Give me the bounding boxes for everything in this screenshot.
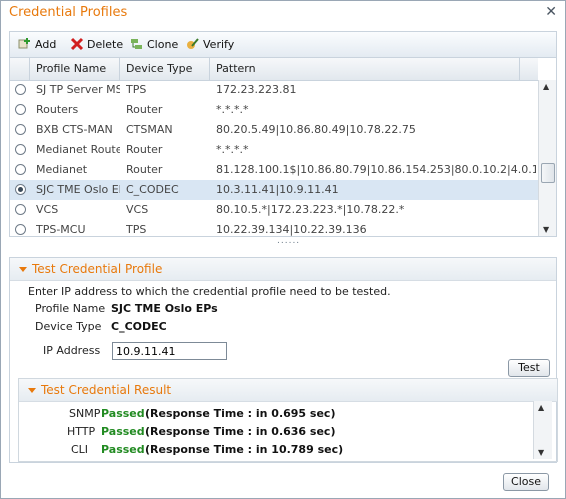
row-radio[interactable] xyxy=(15,144,26,155)
dialog-title: Credential Profiles xyxy=(9,5,128,20)
verify-label: Verify xyxy=(203,38,235,51)
status-passed: Passed xyxy=(101,425,145,438)
verify-icon xyxy=(187,38,199,49)
device-type-value: C_CODEC xyxy=(111,320,167,333)
protocol-label: CLI xyxy=(71,443,89,456)
test-result-header[interactable]: Test Credential Result xyxy=(19,379,557,402)
toolbar: Add Delete Clone Verify xyxy=(9,31,557,57)
scroll-down-icon[interactable]: ▼ xyxy=(543,225,549,234)
header-device-type[interactable]: Device Type xyxy=(120,58,210,80)
pattern-cell: *.*.*.* xyxy=(216,143,249,156)
pattern-cell: 172.23.223.81 xyxy=(216,83,297,96)
device-type-label: Device Type xyxy=(35,320,102,333)
delete-button[interactable]: Delete xyxy=(70,36,123,54)
profile-name-label: Profile Name xyxy=(35,302,106,315)
profiles-table: Profile Name Device Type Pattern SJ TP S… xyxy=(9,57,557,237)
row-radio[interactable] xyxy=(15,204,26,215)
profile-name-cell: SJC TME Oslo EF xyxy=(36,183,120,196)
device-type-cell: TPS xyxy=(126,223,147,236)
row-radio[interactable] xyxy=(15,84,26,95)
status-passed: Passed xyxy=(101,443,145,456)
row-radio[interactable] xyxy=(15,224,26,235)
table-body: SJ TP Server MS TPS 172.23.223.81 Routers Ro… xyxy=(10,80,538,236)
profile-name-value: SJC TME Oslo EPs xyxy=(111,302,218,315)
device-type-cell: TPS xyxy=(126,83,147,96)
table-row[interactable]: VCS VCS 80.10.5.*|172.23.223.*|10.78.22.* xyxy=(10,200,538,220)
device-type-cell: C_CODEC xyxy=(126,183,179,196)
close-button[interactable]: Close xyxy=(503,473,549,491)
clone-button[interactable]: Clone xyxy=(130,36,178,54)
profile-name-cell: BXB CTS-MAN xyxy=(36,123,113,136)
table-scrollbar[interactable]: ▲ ▼ xyxy=(538,80,556,236)
table-header: Profile Name Device Type Pattern xyxy=(10,58,538,81)
add-button[interactable]: Add xyxy=(18,36,56,54)
pattern-cell: 81.128.100.1$|10.86.80.79|10.86.154.253|… xyxy=(216,163,536,176)
response-time: (Response Time : in 0.695 sec) xyxy=(145,407,336,420)
title-bar: Credential Profiles ✕ xyxy=(1,1,565,26)
ip-address-input[interactable] xyxy=(112,342,227,360)
row-radio[interactable] xyxy=(15,124,26,135)
scroll-up-icon[interactable]: ▲ xyxy=(538,403,544,412)
verify-button[interactable]: Verify xyxy=(186,36,234,54)
test-result-title: Test Credential Result xyxy=(41,383,172,397)
protocol-label: HTTP xyxy=(67,425,96,438)
pattern-cell: 10.3.11.41|10.9.11.41 xyxy=(216,183,339,196)
result-scrollbar[interactable]: ▲ ▼ xyxy=(533,401,552,459)
device-type-cell: CTSMAN xyxy=(126,123,173,136)
test-profile-title: Test Credential Profile xyxy=(32,262,163,276)
row-radio[interactable] xyxy=(15,184,26,195)
device-type-cell: Router xyxy=(126,163,163,176)
test-result-section: Test Credential Result SNMP Passed (Respon… xyxy=(18,378,558,462)
response-time: (Response Time : in 0.636 sec) xyxy=(145,425,336,438)
table-row[interactable]: Routers Router *.*.*.* xyxy=(10,100,538,120)
splitter-grip[interactable]: ...... xyxy=(277,236,300,246)
profile-name-cell: Medianet Router xyxy=(36,143,120,156)
profile-name-cell: VCS xyxy=(36,203,59,216)
response-time: (Response Time : in 10.789 sec) xyxy=(145,443,344,456)
collapse-arrow-icon[interactable] xyxy=(19,267,27,272)
pattern-cell: 10.22.39.134|10.22.39.136 xyxy=(216,223,367,236)
device-type-cell: VCS xyxy=(126,203,149,216)
delete-label: Delete xyxy=(87,38,124,51)
table-row[interactable]: Medianet Router 81.128.100.1$|10.86.80.79|… xyxy=(10,160,538,180)
device-type-cell: Router xyxy=(126,143,163,156)
add-label: Add xyxy=(35,38,57,51)
test-profile-section: Test Credential Profile Enter IP address… xyxy=(9,257,558,463)
pattern-cell: *.*.*.* xyxy=(216,103,249,116)
test-button[interactable]: Test xyxy=(508,359,550,377)
scroll-thumb[interactable] xyxy=(541,163,555,183)
table-row[interactable]: TPS-MCU TPS 10.22.39.134|10.22.39.136 xyxy=(10,220,538,236)
pattern-cell: 80.10.5.*|172.23.223.*|10.78.22.* xyxy=(216,203,405,216)
profile-name-cell: TPS-MCU xyxy=(36,223,86,236)
clone-label: Clone xyxy=(147,38,179,51)
table-row[interactable]: SJC TME Oslo EF C_CODEC 10.3.11.41|10.9.11… xyxy=(10,180,538,200)
clone-icon xyxy=(131,39,142,49)
pattern-cell: 80.20.5.49|10.86.80.49|10.78.22.75 xyxy=(216,123,416,136)
ip-address-label: IP Address xyxy=(43,344,101,357)
scroll-up-icon[interactable]: ▲ xyxy=(543,82,549,91)
close-icon[interactable]: ✕ xyxy=(545,4,557,20)
table-row[interactable]: Medianet Router Router *.*.*.* xyxy=(10,140,538,160)
device-type-cell: Router xyxy=(126,103,163,116)
credential-profiles-dialog: Credential Profiles ✕ Add Delete Clone V… xyxy=(0,0,566,499)
instruction-text: Enter IP address to which the credential… xyxy=(28,285,391,298)
delete-icon xyxy=(70,37,84,51)
profile-name-cell: Routers xyxy=(36,103,79,116)
profile-name-cell: Medianet xyxy=(36,163,88,176)
collapse-arrow-icon[interactable] xyxy=(28,388,36,393)
row-radio[interactable] xyxy=(15,164,26,175)
row-radio[interactable] xyxy=(15,104,26,115)
test-profile-header[interactable]: Test Credential Profile xyxy=(10,258,556,281)
profile-name-cell: SJ TP Server MS xyxy=(36,83,120,96)
table-row[interactable]: SJ TP Server MS TPS 172.23.223.81 xyxy=(10,80,538,100)
header-profile-name[interactable]: Profile Name xyxy=(30,58,120,80)
add-icon xyxy=(18,38,30,49)
table-row[interactable]: BXB CTS-MAN CTSMAN 80.20.5.49|10.86.80.49|… xyxy=(10,120,538,140)
status-passed: Passed xyxy=(101,407,145,420)
scroll-down-icon[interactable]: ▼ xyxy=(538,448,544,457)
header-pattern[interactable]: Pattern xyxy=(210,58,520,80)
protocol-label: SNMP xyxy=(69,407,101,420)
header-select xyxy=(10,58,30,80)
